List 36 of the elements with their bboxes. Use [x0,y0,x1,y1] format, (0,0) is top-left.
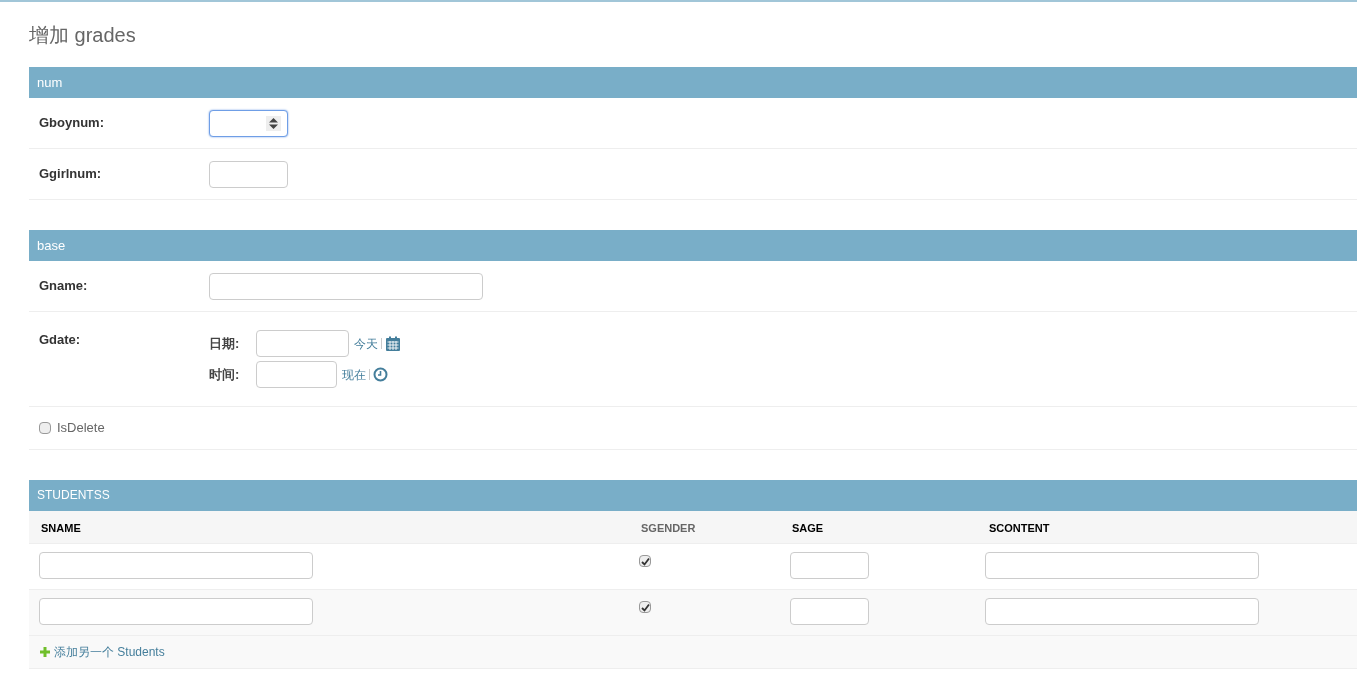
input-field[interactable] [790,598,869,625]
field-label: 时间: [209,365,241,384]
plus-icon [40,647,50,657]
field-label: Gdate: [39,331,82,345]
section-header: STUDENTSS [29,480,1357,511]
checkbox[interactable] [39,422,51,434]
add-row-link[interactable]: 添加另一个 Students [40,643,165,661]
clock-icon[interactable] [373,367,388,382]
shortcut-link[interactable]: 今天 [354,334,378,353]
column-header: SAGE [792,522,824,534]
input-field[interactable] [985,598,1259,625]
column-header: SCONTENT [989,522,1050,534]
input-field[interactable] [39,552,313,579]
checkbox[interactable] [639,555,651,567]
page-title: 增加 grades [29,23,137,48]
number-field[interactable] [209,160,288,188]
input-field[interactable] [790,552,869,579]
number-field[interactable] [209,109,288,137]
shortcut-link[interactable]: 现在 [342,365,366,384]
column-header: SGENDER [641,522,696,534]
input-field[interactable] [39,598,313,625]
section-header: base [29,230,1357,261]
field-label: Gname: [39,277,89,296]
input-field[interactable] [985,552,1259,579]
calendar-icon[interactable] [385,335,401,352]
section-header: num [29,67,1357,98]
field-label: Gboynum: [39,114,105,133]
input-field[interactable] [209,272,483,300]
field-label: 日期: [209,334,241,353]
input-field[interactable] [256,330,349,357]
column-header: SNAME [41,522,81,534]
spinner-icon[interactable] [266,115,281,131]
input-field[interactable] [256,361,337,388]
checkbox-label: IsDelete [57,419,105,438]
field-label: Ggirlnum: [39,165,103,184]
checkbox[interactable] [639,601,651,613]
